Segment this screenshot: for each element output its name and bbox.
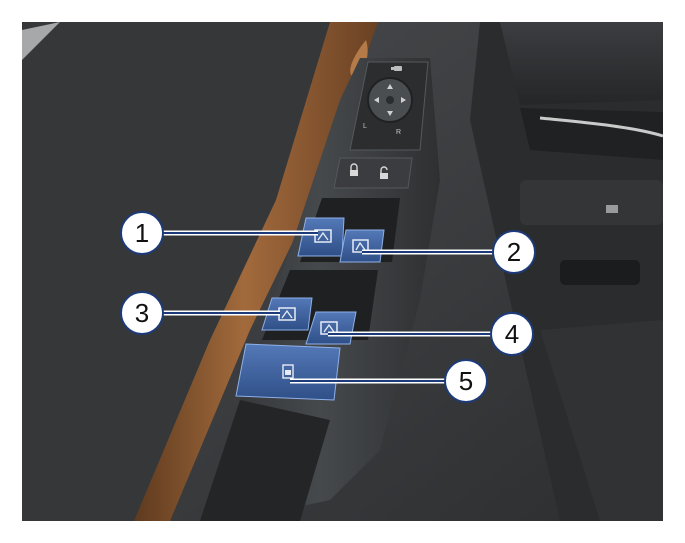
front-right-window-switch[interactable]: [339, 229, 385, 263]
mirror-left-label: L: [363, 123, 367, 130]
door-lock-switch[interactable]: [333, 157, 413, 189]
callout-5: 5: [444, 359, 488, 403]
seat-cushion: [500, 22, 663, 105]
callout-3: 3: [120, 291, 164, 335]
window-lock-switch[interactable]: [235, 343, 341, 401]
callout-5-label: 5: [459, 366, 473, 396]
front-left-window-switch[interactable]: [297, 217, 345, 257]
console-small-icon: [606, 205, 618, 213]
diagram-stage: L R 1 2 3 4 5: [0, 0, 685, 543]
callout-1: 1: [120, 211, 164, 255]
door-panel-illustration: L R 1 2 3 4 5: [22, 22, 664, 521]
console-slot: [560, 260, 640, 285]
callout-3-label: 3: [135, 298, 149, 328]
callout-2-label: 2: [507, 237, 521, 267]
callout-4-label: 4: [505, 319, 519, 349]
callout-4: 4: [490, 312, 534, 356]
mirror-knob-center: [386, 96, 394, 104]
callout-2: 2: [492, 230, 536, 274]
mirror-right-label: R: [396, 129, 401, 136]
console-pocket: [520, 180, 663, 225]
callout-1-label: 1: [135, 218, 149, 248]
